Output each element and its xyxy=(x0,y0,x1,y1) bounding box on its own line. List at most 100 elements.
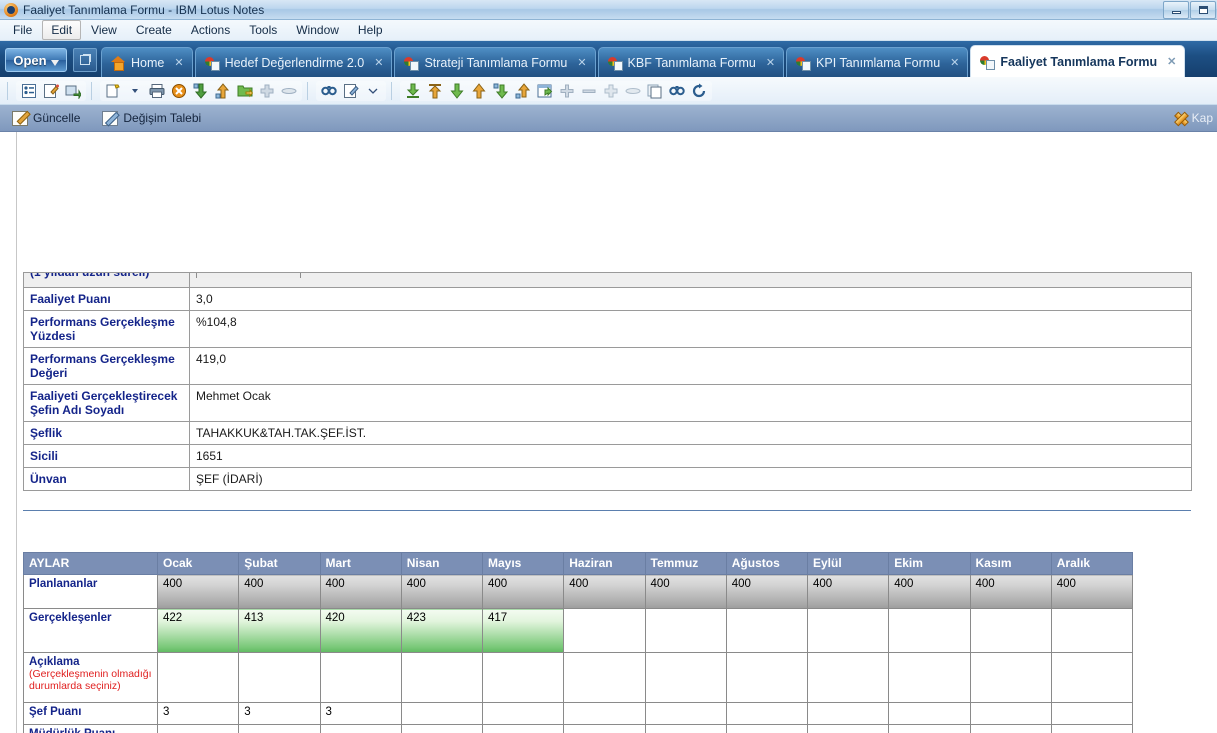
cell-planlananlar-nisan[interactable]: 400 xyxy=(400,574,484,609)
tab-kpi-tanimlama-formu[interactable]: KPI Tanımlama Formu ✕ xyxy=(786,47,969,77)
cell-aciklama-aralik[interactable] xyxy=(1050,652,1134,703)
search-icon[interactable] xyxy=(319,81,339,101)
up-arrow-icon[interactable] xyxy=(469,81,489,101)
cell-aciklama-eylul[interactable] xyxy=(806,652,890,703)
tab-close-icon[interactable]: ✕ xyxy=(1167,55,1176,68)
tab-close-icon[interactable]: ✕ xyxy=(174,56,183,69)
cell-planlananlar-agustos[interactable]: 400 xyxy=(725,574,809,609)
add-icon[interactable] xyxy=(557,81,577,101)
clipped-input-field[interactable] xyxy=(196,273,301,278)
more-icons-chevron[interactable] xyxy=(363,81,383,101)
cell-mudurluk-puani-mayis[interactable] xyxy=(481,724,565,733)
tab-close-icon[interactable]: ✕ xyxy=(766,56,775,69)
cell-sef-puani-agustos[interactable] xyxy=(725,702,809,725)
cell-gerceklesenler-agustos[interactable] xyxy=(725,608,809,653)
cell-planlananlar-kasim[interactable]: 400 xyxy=(969,574,1052,609)
cell-mudurluk-puani-nisan[interactable] xyxy=(400,724,484,733)
cell-mudurluk-puani-eylul[interactable] xyxy=(806,724,890,733)
cell-planlananlar-temmuz[interactable]: 400 xyxy=(644,574,727,609)
properties-icon[interactable] xyxy=(19,81,39,101)
tab-hedef-degerlendirme[interactable]: Hedef Değerlendirme 2.0 ✕ xyxy=(194,47,393,77)
form-value-unvan[interactable]: ŞEF (İDARİ) xyxy=(189,467,1192,491)
collapse-section-icon[interactable] xyxy=(623,81,643,101)
expand-section-icon[interactable] xyxy=(601,81,621,101)
new-document-icon[interactable] xyxy=(103,81,123,101)
menu-item-view[interactable]: View xyxy=(82,20,126,40)
kapat-button[interactable]: Kap xyxy=(1173,111,1213,125)
tab-close-icon[interactable]: ✕ xyxy=(577,56,586,69)
cell-aciklama-mart[interactable] xyxy=(319,652,402,703)
cell-planlananlar-eylul[interactable]: 400 xyxy=(806,574,890,609)
collapse-icon[interactable] xyxy=(279,81,299,101)
form-value-faaliyet-puani[interactable]: 3,0 xyxy=(189,287,1192,311)
prev-unread-icon[interactable] xyxy=(513,81,533,101)
cell-planlananlar-haziran[interactable]: 400 xyxy=(563,574,646,609)
cell-gerceklesenler-subat[interactable]: 413 xyxy=(238,608,321,653)
cell-mudurluk-puani-ekim[interactable] xyxy=(888,724,971,733)
cell-sef-puani-subat[interactable]: 3 xyxy=(238,702,321,725)
cell-planlananlar-ocak[interactable]: 400 xyxy=(156,574,240,609)
tab-close-icon[interactable]: ✕ xyxy=(950,56,959,69)
cell-gerceklesenler-temmuz[interactable] xyxy=(644,608,727,653)
print-icon[interactable] xyxy=(147,81,167,101)
form-value-sicili[interactable]: 1651 xyxy=(189,444,1192,468)
cell-gerceklesenler-kasim[interactable] xyxy=(969,608,1052,653)
menu-item-window[interactable]: Window xyxy=(287,20,348,40)
cell-mudurluk-puani-mart[interactable] xyxy=(319,724,402,733)
cell-sef-puani-ocak[interactable]: 3 xyxy=(156,702,240,725)
folder-icon[interactable] xyxy=(235,81,255,101)
cell-sef-puani-mayis[interactable] xyxy=(481,702,565,725)
maximize-button[interactable] xyxy=(1190,1,1216,19)
cell-aciklama-ocak[interactable] xyxy=(156,652,240,703)
cell-mudurluk-puani-subat[interactable] xyxy=(238,724,321,733)
menu-item-edit[interactable]: Edit xyxy=(42,20,82,40)
cell-planlananlar-aralik[interactable]: 400 xyxy=(1050,574,1134,609)
menu-item-help[interactable]: Help xyxy=(349,20,392,40)
menu-item-file[interactable]: File xyxy=(4,20,41,40)
cell-mudurluk-puani-agustos[interactable] xyxy=(725,724,809,733)
cell-sef-puani-ekim[interactable] xyxy=(888,702,971,725)
move-up-icon[interactable] xyxy=(213,81,233,101)
cell-mudurluk-puani-haziran[interactable] xyxy=(563,724,646,733)
cell-planlananlar-mart[interactable]: 400 xyxy=(319,574,402,609)
cell-aciklama-haziran[interactable] xyxy=(563,652,646,703)
cell-mudurluk-puani-temmuz[interactable] xyxy=(644,724,727,733)
cell-aciklama-subat[interactable] xyxy=(238,652,321,703)
form-value-performans-yuzdesi[interactable]: %104,8 xyxy=(189,310,1192,348)
menu-item-create[interactable]: Create xyxy=(127,20,181,40)
minimize-button[interactable] xyxy=(1163,1,1189,19)
refresh-icon[interactable] xyxy=(689,81,709,101)
open-button[interactable]: Open xyxy=(5,48,67,72)
tab-faaliyet-tanimlama-formu[interactable]: Faaliyet Tanımlama Formu ✕ xyxy=(970,45,1186,77)
next-unread-icon[interactable] xyxy=(491,81,511,101)
window-list-button[interactable] xyxy=(73,48,97,72)
guncelle-button[interactable]: Güncelle xyxy=(8,109,84,128)
tab-strateji-tanimlama-formu[interactable]: Strateji Tanımlama Formu ✕ xyxy=(394,47,596,77)
cell-gerceklesenler-ocak[interactable]: 422 xyxy=(156,608,240,653)
cell-gerceklesenler-mayis[interactable]: 417 xyxy=(481,608,565,653)
cell-gerceklesenler-nisan[interactable]: 423 xyxy=(400,608,484,653)
cell-gerceklesenler-aralik[interactable] xyxy=(1050,608,1134,653)
tab-close-icon[interactable]: ✕ xyxy=(374,56,383,69)
cell-aciklama-mayis[interactable] xyxy=(481,652,565,703)
menu-item-tools[interactable]: Tools xyxy=(240,20,286,40)
form-value-performans-degeri[interactable]: 419,0 xyxy=(189,347,1192,385)
cell-sef-puani-mart[interactable]: 3 xyxy=(319,702,402,725)
forward-icon[interactable] xyxy=(63,81,83,101)
cell-gerceklesenler-mart[interactable]: 420 xyxy=(319,608,402,653)
cell-sef-puani-nisan[interactable] xyxy=(400,702,484,725)
cell-sef-puani-haziran[interactable] xyxy=(563,702,646,725)
form-value-seflik[interactable]: TAHAKKUK&TAH.TAK.ŞEF.İST. xyxy=(189,421,1192,445)
expand-icon[interactable] xyxy=(257,81,277,101)
cell-sef-puani-kasim[interactable] xyxy=(969,702,1052,725)
copy-icon[interactable] xyxy=(645,81,665,101)
cell-sef-puani-temmuz[interactable] xyxy=(644,702,727,725)
cell-aciklama-agustos[interactable] xyxy=(725,652,809,703)
cell-aciklama-temmuz[interactable] xyxy=(644,652,727,703)
edit-link-icon[interactable] xyxy=(341,81,361,101)
find-icon[interactable] xyxy=(667,81,687,101)
cell-aciklama-kasim[interactable] xyxy=(969,652,1052,703)
collapse-all-icon[interactable] xyxy=(403,81,423,101)
cell-mudurluk-puani-ocak[interactable] xyxy=(156,724,240,733)
cell-sef-puani-eylul[interactable] xyxy=(806,702,890,725)
